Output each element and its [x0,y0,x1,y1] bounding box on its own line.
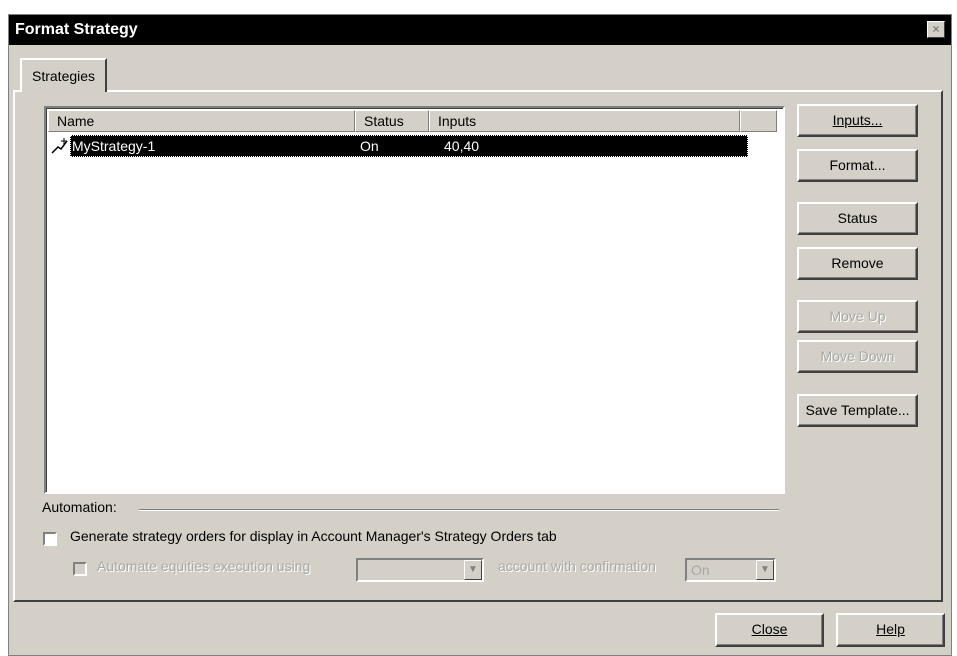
confirmation-select-value: On [691,562,710,578]
save-template-button[interactable]: Save Template... [797,394,918,427]
inputs-button[interactable]: Inputs... [797,104,918,137]
help-button-label: Help [876,621,905,637]
row-inputs: 40,40 [444,138,480,154]
move-down-button[interactable]: Move Down [797,340,918,373]
row-status: On [360,138,379,154]
chevron-down-icon[interactable]: ▼ [756,560,774,580]
column-header-inputs[interactable]: Inputs [429,110,740,132]
selected-row-cells: MyStrategy-1 On 40,40 [70,135,748,157]
close-button[interactable]: Close [715,613,824,647]
tab-strategies[interactable]: Strategies [20,58,108,92]
strategy-list[interactable]: Name Status Inputs MyStrategy-1 On 40,40 [44,106,785,494]
confirmation-label: account with confirmation [498,558,656,574]
automate-equities-checkbox[interactable] [73,562,87,576]
move-down-button-label: Move Down [820,348,895,364]
move-up-button[interactable]: Move Up [797,300,918,333]
close-button-label: Close [751,621,788,637]
automate-equities-label: Automate equities execution using [97,558,311,574]
column-header-filler [740,110,777,132]
list-header: Name Status Inputs [48,110,781,132]
chevron-down-icon[interactable]: ▼ [464,560,482,580]
confirmation-select[interactable]: On ▼ [685,558,776,582]
window-title: Format Strategy [15,21,138,38]
format-button-label: Format... [829,157,886,173]
format-strategy-dialog: Format Strategy × Strategies Name Status… [8,14,952,656]
generate-orders-checkbox[interactable] [43,532,57,546]
list-item[interactable]: MyStrategy-1 On 40,40 [50,135,748,157]
status-button-label: Status [837,210,878,226]
remove-button[interactable]: Remove [797,247,918,280]
title-bar: Format Strategy × [9,15,951,45]
status-button[interactable]: Status [797,202,918,235]
row-name: MyStrategy-1 [72,138,156,154]
inputs-button-label: Inputs... [832,112,883,128]
move-up-button-label: Move Up [829,308,886,324]
generate-orders-label[interactable]: Generate strategy orders for display in … [70,528,557,544]
remove-button-label: Remove [831,255,884,271]
help-button[interactable]: Help [836,613,945,647]
automation-divider [139,509,779,511]
column-header-name[interactable]: Name [48,110,355,132]
automation-label: Automation: [42,499,117,515]
format-button[interactable]: Format... [797,149,918,182]
account-select[interactable]: ▼ [356,558,484,582]
column-header-status[interactable]: Status [355,110,429,132]
strategy-icon [50,136,70,156]
save-template-button-label: Save Template... [805,402,910,418]
close-icon[interactable]: × [927,21,945,38]
